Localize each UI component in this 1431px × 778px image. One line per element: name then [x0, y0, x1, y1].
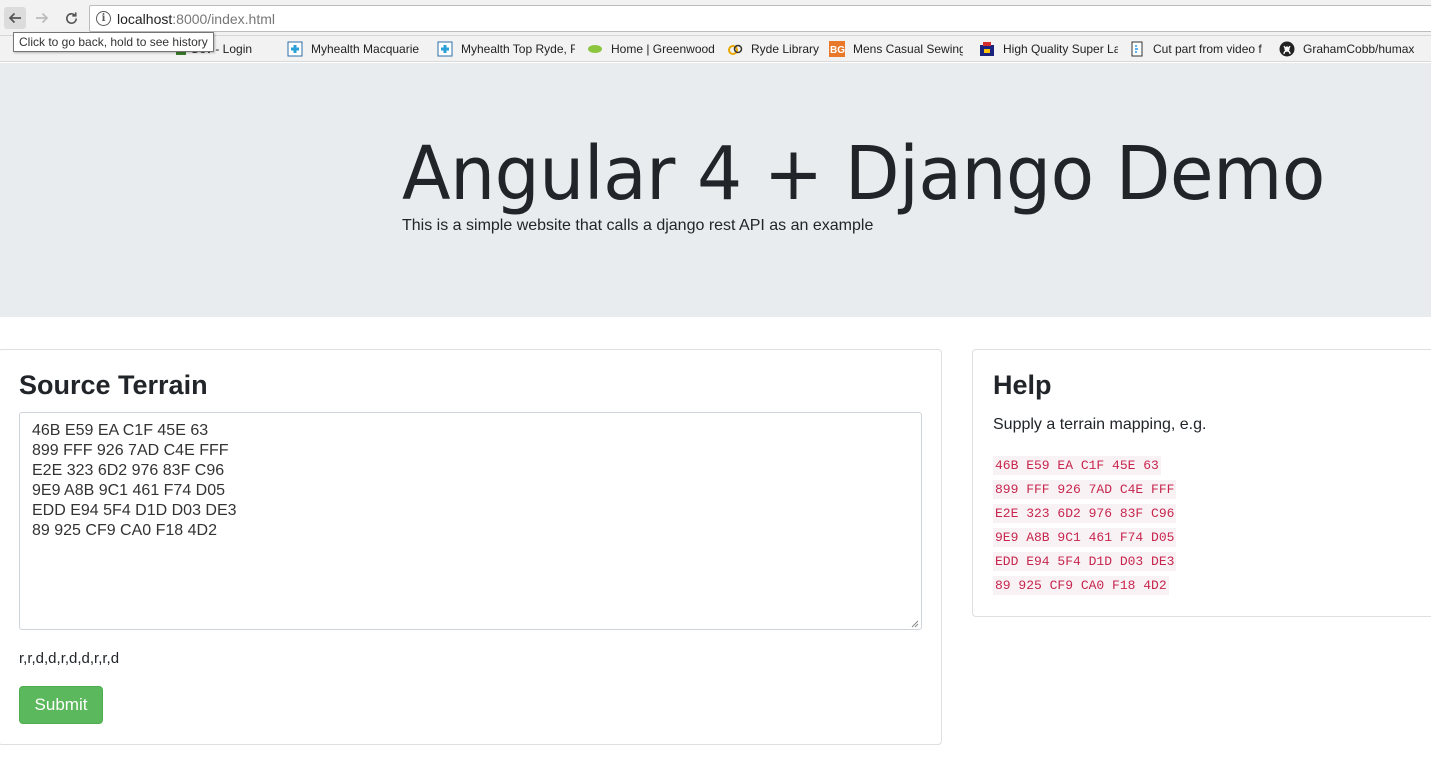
- bookmark-item[interactable]: BG Mens Casual Sewing: [829, 39, 963, 59]
- code-line: E2E 323 6D2 976 83F C96: [993, 502, 1177, 526]
- medical-cross-icon: [287, 41, 303, 57]
- page-lead: This is a simple website that calls a dj…: [402, 217, 874, 234]
- leaf-icon: [587, 41, 603, 57]
- forward-arrow-icon[interactable]: [31, 7, 53, 29]
- url-host: localhost: [117, 11, 173, 27]
- bookmarks-bar: Gov - Login Myhealth Macquarie Myhealth …: [0, 36, 1431, 62]
- library-icon: [727, 41, 743, 57]
- code-text: EDD E94 5F4 D1D D03 DE3: [993, 552, 1177, 571]
- code-line: 89 925 CF9 CA0 F18 4D2: [993, 574, 1176, 598]
- code-line: 46B E59 EA C1F 45E 63: [993, 454, 1176, 478]
- back-arrow-icon[interactable]: [4, 7, 26, 29]
- code-line: 9E9 A8B 9C1 461 F74 D05: [993, 526, 1177, 550]
- code-text: E2E 323 6D2 976 83F C96: [993, 504, 1177, 523]
- help-card: Help Supply a terrain mapping, e.g. 46B …: [972, 349, 1431, 617]
- source-terrain-title: Source Terrain: [19, 370, 208, 400]
- bookmark-label: GrahamCobb/humax: [1303, 42, 1415, 56]
- bookmark-label: Myhealth Macquarie: [311, 42, 420, 56]
- code-line: 899 FFF 926 7AD C4E FFF: [993, 478, 1177, 502]
- bookmark-label: Mens Casual Sewing: [853, 42, 963, 56]
- bookmark-label: Cut part from video f: [1153, 42, 1262, 56]
- back-button-tooltip: Click to go back, hold to see history: [13, 32, 214, 52]
- code-line: EDD E94 5F4 D1D D03 DE3: [993, 550, 1177, 574]
- terrain-input[interactable]: 46B E59 EA C1F 45E 63 899 FFF 926 7AD C4…: [19, 412, 922, 630]
- url-path: :8000/index.html: [172, 11, 275, 27]
- document-icon: [1129, 41, 1145, 57]
- page-title: Angular 4 + Django Demo: [402, 131, 1325, 217]
- bookmark-label: Myhealth Top Ryde, F: [461, 42, 575, 56]
- bookmark-item[interactable]: High Quality Super La: [979, 39, 1118, 59]
- svg-text:BG: BG: [830, 45, 845, 56]
- bookmark-item[interactable]: Myhealth Top Ryde, F: [437, 39, 575, 59]
- url-text: localhost:8000/index.html: [117, 11, 275, 27]
- browser-toolbar: i localhost:8000/index.html: [0, 0, 1431, 36]
- bookmark-item[interactable]: Ryde Library: [727, 39, 819, 59]
- code-text: 899 FFF 926 7AD C4E FFF: [993, 480, 1177, 499]
- bg-icon: BG: [829, 41, 845, 57]
- address-bar[interactable]: i localhost:8000/index.html: [89, 5, 1431, 32]
- code-text: 46B E59 EA C1F 45E 63: [993, 456, 1161, 475]
- bookmark-label: Ryde Library: [751, 42, 820, 56]
- bookmark-item[interactable]: Home | Greenwood: [587, 39, 715, 59]
- github-icon: [1279, 41, 1295, 57]
- bookmark-item[interactable]: Cut part from video f: [1129, 39, 1266, 59]
- route-result: r,r,d,d,r,d,d,r,r,d: [19, 650, 120, 667]
- bookmark-item[interactable]: Myhealth Macquarie: [287, 39, 423, 59]
- reload-icon[interactable]: [60, 7, 82, 29]
- medical-cross-icon: [437, 41, 453, 57]
- site-info-icon[interactable]: i: [96, 11, 111, 26]
- help-title: Help: [993, 370, 1052, 400]
- bookmark-label: High Quality Super La: [1003, 42, 1118, 56]
- bookmark-item[interactable]: GrahamCobb/humax: [1279, 39, 1419, 59]
- help-text: Supply a terrain mapping, e.g.: [993, 416, 1207, 433]
- shop-icon: [979, 41, 995, 57]
- bookmark-label: Home | Greenwood: [611, 42, 715, 56]
- help-code-example: 46B E59 EA C1F 45E 63 899 FFF 926 7AD C4…: [993, 454, 1177, 598]
- code-text: 9E9 A8B 9C1 461 F74 D05: [993, 528, 1177, 547]
- code-text: 89 925 CF9 CA0 F18 4D2: [993, 576, 1169, 595]
- submit-button[interactable]: Submit: [19, 686, 103, 724]
- source-terrain-card: Source Terrain 46B E59 EA C1F 45E 63 899…: [0, 349, 942, 745]
- jumbotron: Angular 4 + Django Demo This is a simple…: [0, 63, 1431, 317]
- resize-grip-icon[interactable]: [910, 619, 919, 628]
